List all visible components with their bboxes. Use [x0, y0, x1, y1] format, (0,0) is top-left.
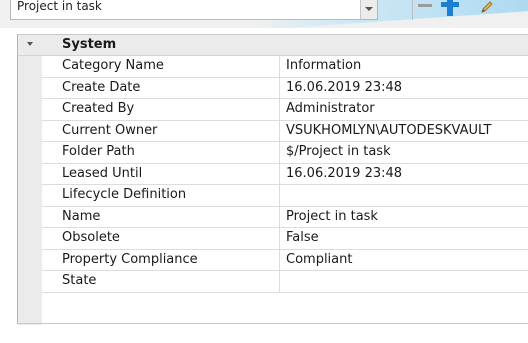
group-title: System [62, 37, 117, 52]
property-value[interactable]: VSUKHOMLYN\AUTODESKVAULT [286, 123, 491, 138]
property-row[interactable]: Property Compliance Compliant [42, 249, 528, 271]
pencil-icon [481, 1, 493, 13]
property-value[interactable]: False [286, 230, 319, 245]
property-value[interactable]: $/Project in task [286, 144, 391, 159]
property-name: Leased Until [62, 165, 143, 181]
property-name: Current Owner [62, 122, 158, 138]
property-value[interactable]: Compliant [286, 252, 352, 267]
property-name: Folder Path [62, 144, 135, 159]
property-row[interactable]: State [42, 271, 528, 293]
minus-icon [418, 4, 432, 7]
property-row[interactable]: Create Date 16.06.2019 23:48 [42, 77, 528, 99]
property-row[interactable]: Category Name Information [42, 56, 528, 78]
toolbar: Project in task [0, 0, 528, 28]
property-name: Create Date [62, 79, 141, 95]
edit-button[interactable] [474, 0, 500, 20]
property-row[interactable]: Lifecycle Definition [42, 185, 528, 207]
property-value[interactable]: Administrator [286, 101, 375, 116]
property-grid: System Category Name Information Create … [17, 34, 528, 325]
property-name: State [62, 273, 97, 288]
property-value[interactable]: 16.06.2019 23:48 [286, 80, 402, 95]
property-name: Property Compliance [62, 251, 198, 267]
object-selector-text: Project in task [17, 0, 102, 13]
object-selector-combo[interactable]: Project in task [10, 0, 378, 20]
properties-panel: Project in task System Category Name Inf… [0, 0, 528, 343]
property-rows: Category Name Information Create Date 16… [42, 56, 528, 293]
property-row[interactable]: Folder Path $/Project in task [42, 142, 528, 164]
property-value[interactable]: Project in task [286, 209, 378, 224]
property-row[interactable]: Name Project in task [42, 206, 528, 228]
collapse-chevron-icon[interactable] [27, 42, 33, 46]
group-header-system[interactable]: System [18, 35, 528, 56]
property-name: Name [62, 208, 101, 224]
grid-bottom-border [17, 323, 528, 324]
property-row[interactable]: Created By Administrator [42, 99, 528, 121]
property-name: Obsolete [62, 230, 120, 245]
property-name: Created By [62, 101, 135, 116]
property-value[interactable]: Information [286, 58, 361, 73]
chevron-down-icon [365, 7, 373, 11]
add-button[interactable] [438, 0, 464, 20]
property-row[interactable]: Obsolete False [42, 228, 528, 250]
property-name: Category Name [62, 58, 164, 73]
property-name: Lifecycle Definition [62, 187, 187, 202]
property-row[interactable]: Current Owner VSUKHOMLYN\AUTODESKVAULT [42, 120, 528, 142]
property-value[interactable]: 16.06.2019 23:48 [286, 166, 402, 181]
combo-dropdown-button[interactable] [360, 0, 377, 19]
property-row[interactable]: Leased Until 16.06.2019 23:48 [42, 163, 528, 185]
remove-button[interactable] [412, 0, 438, 20]
grid-gutter [18, 56, 42, 325]
